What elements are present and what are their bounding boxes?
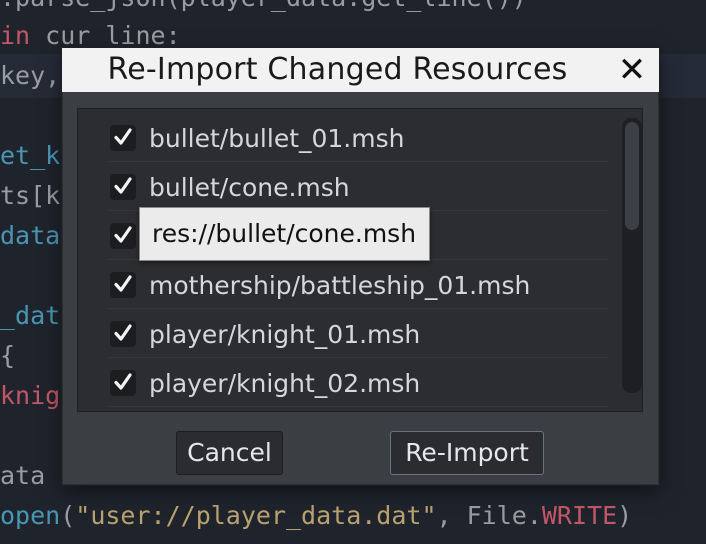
checkbox[interactable] [110,174,136,200]
check-mark-icon [114,275,132,292]
resource-path-label: player/knight_02.msh [149,369,421,398]
resource-path-label: bullet/bullet_01.msh [149,124,405,153]
check-mark-icon [114,324,132,341]
list-item[interactable]: mothership/battleship_01.msh [108,263,608,309]
check-mark-icon [114,373,132,390]
check-mark-icon [114,177,132,194]
path-tooltip: res://bullet/cone.msh [139,207,430,261]
list-item[interactable]: player/knight_02.msh [108,361,608,407]
list-item[interactable]: player/knight_01.msh [108,312,608,358]
resource-path-label: mothership/battleship_01.msh [149,271,531,300]
reimport-button[interactable]: Re-Import [390,431,544,475]
resource-path-label: player/knight_01.msh [149,320,421,349]
scrollbar-thumb[interactable] [625,122,639,230]
checkbox[interactable] [110,272,136,298]
check-mark-icon [114,128,132,145]
resource-path-label: bullet/cone.msh [149,173,350,202]
cancel-button[interactable]: Cancel [176,431,283,475]
list-item[interactable]: bullet/bullet_01.msh [108,116,608,162]
check-mark-icon [114,226,132,243]
checkbox[interactable] [110,370,136,396]
dialog-title: Re-Import Changed Resources [62,48,659,92]
list-item[interactable]: bullet/cone.msh [108,165,608,211]
close-icon[interactable]: ✕ [612,50,652,90]
checkbox[interactable] [110,321,136,347]
checkbox[interactable] [110,223,136,249]
list-scrollbar[interactable] [622,118,642,393]
checkbox[interactable] [110,125,136,151]
